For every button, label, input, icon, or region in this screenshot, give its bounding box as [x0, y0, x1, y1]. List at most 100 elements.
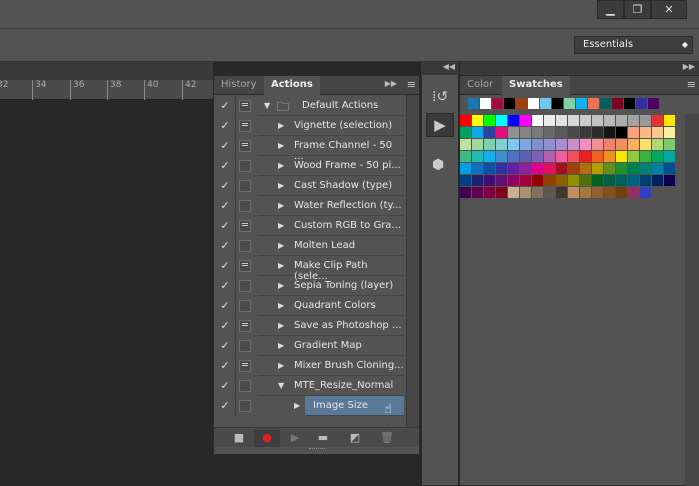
swatch[interactable]: [460, 139, 471, 150]
tab-actions[interactable]: Actions: [264, 76, 320, 95]
swatch[interactable]: [460, 127, 471, 138]
swatch[interactable]: [484, 175, 495, 186]
swatch[interactable]: [520, 151, 531, 162]
swatch[interactable]: [580, 139, 591, 150]
action-row[interactable]: ✓ ▼ 🗀 Default Actions: [214, 96, 404, 116]
swatch[interactable]: [640, 151, 651, 162]
swatch[interactable]: [484, 151, 495, 162]
swatch[interactable]: [472, 151, 483, 162]
dialog-toggle[interactable]: [239, 400, 251, 412]
toggle-check[interactable]: ✓: [218, 259, 232, 272]
swatch[interactable]: [664, 139, 675, 150]
swatch[interactable]: [508, 115, 519, 126]
swatch[interactable]: [460, 187, 471, 198]
scrollbar[interactable]: [685, 114, 699, 486]
swatch[interactable]: [508, 187, 519, 198]
dialog-toggle[interactable]: [239, 340, 251, 352]
actions-play-icon[interactable]: ▶: [426, 113, 454, 137]
3d-icon[interactable]: ⬢: [432, 157, 444, 173]
swatch[interactable]: [628, 127, 639, 138]
toggle-check[interactable]: ✓: [218, 379, 232, 392]
tab-history[interactable]: History: [214, 76, 264, 95]
swatch[interactable]: [640, 115, 651, 126]
recent-swatch[interactable]: [576, 98, 587, 109]
recent-swatch[interactable]: [468, 98, 479, 109]
collapse-icon[interactable]: ▶▶: [385, 79, 397, 88]
swatch[interactable]: [640, 163, 651, 174]
swatch[interactable]: [520, 139, 531, 150]
swatch[interactable]: [616, 163, 627, 174]
triangle-right-icon[interactable]: ▶: [278, 341, 284, 350]
swatch[interactable]: [580, 115, 591, 126]
swatch[interactable]: [592, 139, 603, 150]
recent-swatch[interactable]: [552, 98, 563, 109]
triangle-right-icon[interactable]: ▶: [278, 221, 284, 230]
dialog-toggle[interactable]: [239, 280, 251, 292]
swatch[interactable]: [532, 187, 543, 198]
swatch[interactable]: [604, 151, 615, 162]
triangle-right-icon[interactable]: ▶: [278, 141, 284, 150]
minimize-button[interactable]: ▁: [597, 0, 624, 19]
dialog-toggle[interactable]: [239, 200, 251, 212]
swatch[interactable]: [532, 139, 543, 150]
swatch[interactable]: [484, 163, 495, 174]
dialog-toggle[interactable]: [239, 380, 251, 392]
swatch[interactable]: [580, 151, 591, 162]
history-icon[interactable]: ⁞↺: [432, 89, 448, 105]
swatch[interactable]: [544, 175, 555, 186]
swatch[interactable]: [604, 175, 615, 186]
toggle-check[interactable]: ✓: [218, 159, 232, 172]
dialog-toggle[interactable]: [239, 180, 251, 192]
swatch[interactable]: [532, 151, 543, 162]
triangle-right-icon[interactable]: ▶: [278, 181, 284, 190]
restore-button[interactable]: ❐: [624, 0, 651, 19]
swatch[interactable]: [592, 115, 603, 126]
toggle-check[interactable]: ✓: [218, 99, 232, 112]
recent-swatch[interactable]: [600, 98, 611, 109]
swatch[interactable]: [520, 175, 531, 186]
close-button[interactable]: ✕: [651, 0, 687, 19]
swatch[interactable]: [616, 151, 627, 162]
workspace-select[interactable]: Essentials ◆: [574, 36, 693, 54]
swatch[interactable]: [568, 127, 579, 138]
swatch[interactable]: [580, 187, 591, 198]
toggle-check[interactable]: ✓: [218, 399, 232, 412]
action-row[interactable]: ✓ ▶ Make Clip Path (sele...: [214, 256, 404, 282]
dialog-toggle[interactable]: [239, 100, 251, 112]
triangle-right-icon[interactable]: ▶: [278, 201, 284, 210]
swatch[interactable]: [580, 175, 591, 186]
toggle-check[interactable]: ✓: [218, 299, 232, 312]
triangle-right-icon[interactable]: ▶: [278, 361, 284, 370]
swatch[interactable]: [484, 139, 495, 150]
swatch[interactable]: [496, 175, 507, 186]
swatch[interactable]: [532, 163, 543, 174]
swatch[interactable]: [664, 115, 675, 126]
triangle-right-icon[interactable]: ▶: [278, 241, 284, 250]
action-row[interactable]: ✓ ▶ Cast Shadow (type): [214, 176, 404, 196]
swatch[interactable]: [568, 139, 579, 150]
toggle-check[interactable]: ✓: [218, 239, 232, 252]
action-row[interactable]: ✓ ▶ Gradient Map: [214, 336, 404, 356]
swatch[interactable]: [592, 187, 603, 198]
swatch[interactable]: [628, 139, 639, 150]
swatch[interactable]: [616, 127, 627, 138]
swatch[interactable]: [616, 139, 627, 150]
panel-menu-icon[interactable]: ≡: [407, 78, 416, 91]
swatch[interactable]: [556, 139, 567, 150]
swatch[interactable]: [460, 175, 471, 186]
action-row[interactable]: ✓ ▶ Wood Frame - 50 pi...: [214, 156, 404, 176]
swatch[interactable]: [460, 163, 471, 174]
swatch[interactable]: [520, 115, 531, 126]
swatch[interactable]: [496, 115, 507, 126]
recent-swatch[interactable]: [528, 98, 539, 109]
swatch[interactable]: [532, 115, 543, 126]
recent-swatch[interactable]: [492, 98, 503, 109]
toggle-check[interactable]: ✓: [218, 219, 232, 232]
action-row[interactable]: ✓ ▶ Sepia Toning (layer): [214, 276, 404, 296]
recent-swatch[interactable]: [564, 98, 575, 109]
triangle-right-icon[interactable]: ▶: [278, 161, 284, 170]
swatch[interactable]: [508, 163, 519, 174]
swatch[interactable]: [508, 151, 519, 162]
swatch[interactable]: [664, 175, 675, 186]
swatch[interactable]: [604, 127, 615, 138]
